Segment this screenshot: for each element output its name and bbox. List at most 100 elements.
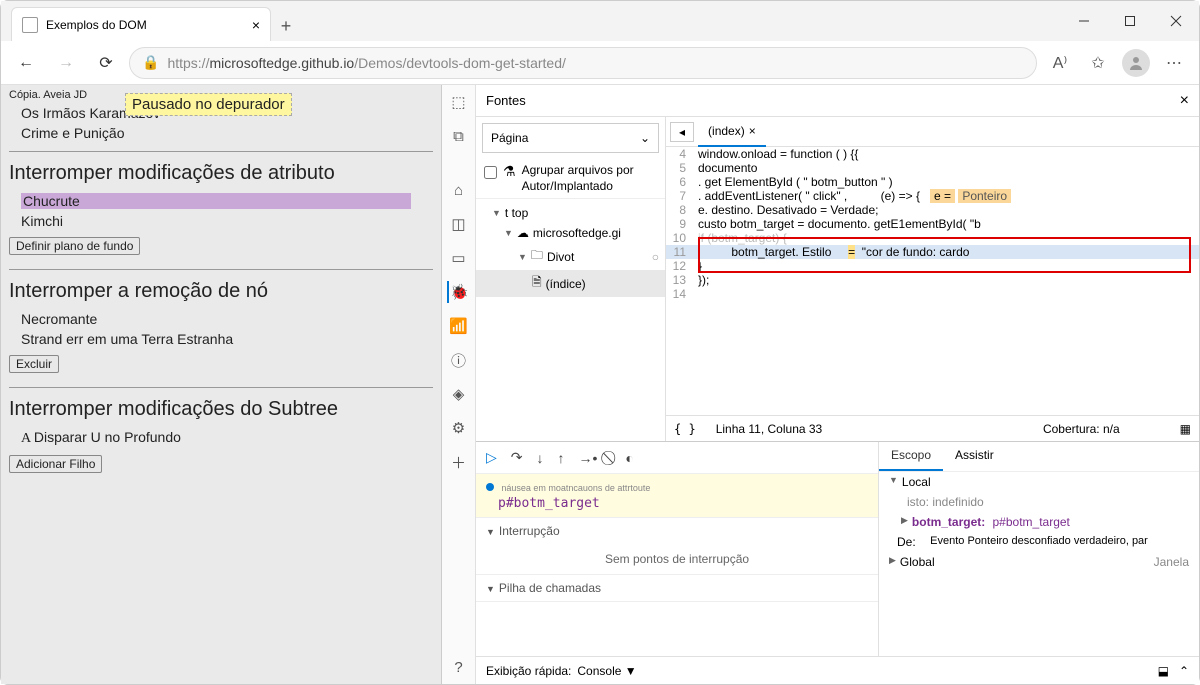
maximize-button[interactable] — [1107, 1, 1153, 41]
editor-status-bar: { } Linha 11, Coluna 33 Cobertura: n/a ▦ — [666, 415, 1199, 441]
scope-global[interactable]: ▶GlobalJanela — [879, 552, 1199, 572]
coverage-icon[interactable]: ▦ — [1180, 422, 1191, 436]
new-tab-button[interactable]: + — [271, 11, 301, 41]
flask-icon: ⚗ — [503, 163, 516, 180]
close-devtools-icon[interactable]: × — [1180, 92, 1189, 110]
resume-icon[interactable]: ▷ — [486, 449, 497, 466]
section-heading: Interromper modificações do Subtree — [9, 398, 433, 421]
tab-title: Exemplos do DOM — [46, 18, 147, 32]
devtools-activity-bar: ⬚ ⧉ ⌂ ◫ ▭ 🐞 📶 ⓘ ◈ ⚙ ＋ ? — [442, 85, 476, 684]
callstack-section[interactable]: ▼Pilha de chamadas — [476, 575, 878, 601]
url-input[interactable]: 🔒 https://microsoftedge.github.io/Demos/… — [129, 47, 1037, 79]
editor-back-button[interactable]: ◂ — [670, 122, 694, 142]
inspect-icon[interactable]: ⬚ — [448, 91, 470, 113]
scope-local[interactable]: ▼Local — [879, 472, 1199, 492]
tab-watch[interactable]: Assistir — [943, 442, 1006, 471]
group-by-option[interactable]: ⚗ Agrupar arquivos por Autor/Implantado — [476, 159, 665, 199]
debugger-panel: ▷ ↷ ↓ ↑ →• ⃠ ◐ náusea em moatncauons de … — [476, 442, 879, 656]
close-window-button[interactable] — [1153, 1, 1199, 41]
editor-tab[interactable]: (index) × — [698, 117, 766, 147]
scope-panel: Escopo Assistir ▼Local isto: indefinido … — [879, 442, 1199, 656]
read-aloud-icon[interactable]: A⁾ — [1043, 46, 1077, 80]
debugger-toolbar: ▷ ↷ ↓ ↑ →• ⃠ ◐ — [476, 442, 878, 474]
tree-origin[interactable]: ▼☁ microsoftedge.gi — [476, 223, 665, 243]
tree-top[interactable]: ▼t top — [476, 203, 665, 223]
help-icon[interactable]: ? — [448, 656, 470, 678]
highlighted-element[interactable]: Chucrute — [21, 193, 411, 209]
set-background-button[interactable]: Definir plano de fundo — [9, 237, 140, 255]
minimize-button[interactable] — [1061, 1, 1107, 41]
list-item: A Disparar U no Profundo — [21, 429, 421, 447]
tree-file-index[interactable]: 🗎 (índice) — [476, 270, 665, 297]
drawer-select[interactable]: Console ▼ — [577, 664, 636, 678]
page-favicon — [22, 17, 38, 33]
list-item: Strand err em uma Terra Estranha — [21, 331, 421, 347]
tab-scope[interactable]: Escopo — [879, 442, 943, 471]
page-content: Cópia. Aveia JD Pausado no depurador Os … — [1, 85, 441, 684]
paused-banner: Pausado no depurador — [125, 93, 292, 116]
device-icon[interactable]: ⧉ — [448, 125, 470, 147]
cursor-position: Linha 11, Coluna 33 — [716, 422, 823, 436]
delete-button[interactable]: Excluir — [9, 355, 59, 373]
step-over-icon[interactable]: ↷ — [511, 449, 523, 466]
page-selector[interactable]: Página⌄ — [482, 123, 659, 153]
welcome-icon[interactable]: ⌂ — [448, 179, 470, 201]
elements-icon[interactable]: ◫ — [448, 213, 470, 235]
drawer-dock-icon[interactable]: ⬓ — [1158, 664, 1169, 678]
sources-sidebar: Página⌄ ⚗ Agrupar arquivos por Autor/Imp… — [476, 117, 666, 441]
step-icon[interactable]: →• — [579, 450, 598, 466]
list-item: Kimchi — [21, 213, 421, 229]
coverage-label: Cobertura: n/a — [1043, 422, 1120, 436]
lock-icon: 🔒 — [142, 54, 159, 71]
back-button[interactable]: ← — [9, 46, 43, 80]
scope-from: De: Evento Ponteiro desconfiado verdadei… — [879, 532, 1199, 552]
pause-dot-icon — [486, 483, 494, 491]
devtools-header: Fontes × — [476, 85, 1199, 117]
chevron-down-icon: ⌄ — [640, 131, 650, 145]
performance-icon[interactable]: ⓘ — [448, 349, 470, 371]
sources-icon[interactable]: 🐞 — [447, 281, 469, 303]
favorite-icon[interactable]: ✩ — [1081, 46, 1115, 80]
refresh-button[interactable]: ⟳ — [89, 46, 123, 80]
devtools-panel: ⬚ ⧉ ⌂ ◫ ▭ 🐞 📶 ⓘ ◈ ⚙ ＋ ? Fontes × — [441, 85, 1199, 684]
avatar-icon — [1122, 49, 1150, 77]
file-tree: ▼t top ▼☁ microsoftedge.gi ▼🗀 Divot○ 🗎 (… — [476, 199, 665, 301]
code-area[interactable]: 4window.onload = function ( ) {{ 5 docum… — [666, 147, 1199, 415]
close-tab-icon[interactable]: × — [252, 17, 260, 33]
url-text: https://microsoftedge.github.io/Demos/de… — [167, 55, 565, 71]
tree-folder[interactable]: ▼🗀 Divot○ — [476, 243, 665, 270]
list-item: Necromante — [21, 311, 421, 327]
add-tool-icon[interactable]: ＋ — [448, 451, 470, 473]
titlebar: Exemplos do DOM × + — [1, 1, 1199, 41]
scope-botm-target[interactable]: ▶botm_target: p#botm_target — [879, 512, 1199, 532]
profile-button[interactable] — [1119, 46, 1153, 80]
browser-tab[interactable]: Exemplos do DOM × — [11, 7, 271, 41]
pause-exceptions-icon[interactable]: ◐ — [625, 450, 633, 466]
drawer: Exibição rápida: Console ▼ ⬓ ⌃ — [476, 656, 1199, 684]
console-icon[interactable]: ▭ — [448, 247, 470, 269]
drawer-collapse-icon[interactable]: ⌃ — [1179, 664, 1189, 678]
network-icon[interactable]: 📶 — [448, 315, 470, 337]
pause-reason: náusea em moatncauons de attrtoute p#bot… — [476, 474, 878, 518]
window-controls — [1061, 1, 1199, 41]
panel-title: Fontes — [486, 93, 526, 108]
group-checkbox[interactable] — [484, 166, 497, 179]
address-bar: ← → ⟳ 🔒 https://microsoftedge.github.io/… — [1, 41, 1199, 85]
forward-button[interactable]: → — [49, 46, 83, 80]
menu-button[interactable]: ⋯ — [1157, 46, 1191, 80]
step-out-icon[interactable]: ↑ — [558, 450, 565, 466]
section-heading: Interromper a remoção de nó — [9, 280, 433, 303]
pretty-print-icon[interactable]: { } — [674, 422, 696, 436]
application-icon[interactable]: ⚙ — [448, 417, 470, 439]
list-item: Crime e Punição — [21, 125, 421, 141]
close-icon[interactable]: × — [749, 124, 756, 138]
step-into-icon[interactable]: ↓ — [537, 450, 544, 466]
memory-icon[interactable]: ◈ — [448, 383, 470, 405]
breakpoints-empty: Sem pontos de interrupção — [476, 544, 878, 574]
add-child-button[interactable]: Adicionar Filho — [9, 455, 102, 473]
section-heading: Interromper modificações de atributo — [9, 162, 433, 185]
breakpoints-section[interactable]: ▼Interrupção — [476, 518, 878, 544]
scope-this: isto: indefinido — [879, 492, 1199, 512]
pause-element[interactable]: p#botm_target — [498, 496, 868, 511]
code-editor: ◂ (index) × 4window.onload = function ( … — [666, 117, 1199, 441]
